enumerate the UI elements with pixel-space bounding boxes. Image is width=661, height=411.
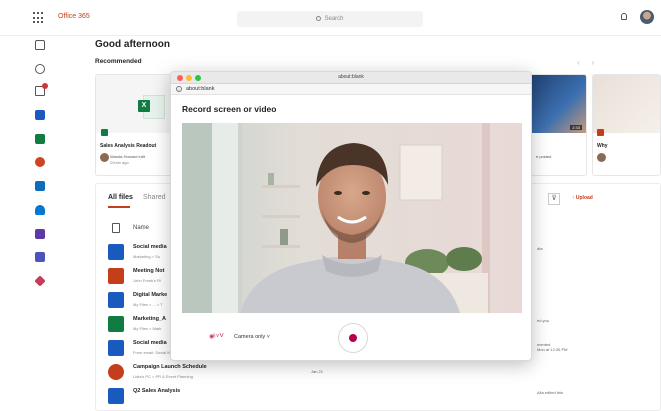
file-name: Social media — [133, 340, 167, 346]
window-titlebar[interactable]: about:blank — [171, 72, 531, 84]
table-row[interactable]: Campaign Launch Schedule Lidia's PC > PR… — [106, 362, 646, 384]
carousel-arrows[interactable]: ‹› — [577, 58, 606, 67]
tab-shared[interactable]: Shared — [143, 194, 166, 201]
card-activity: Wanda Howard edit — [110, 154, 145, 159]
brand-title[interactable]: Office 365 — [58, 13, 90, 20]
file-name: Campaign Launch Schedule — [133, 364, 207, 370]
carousel-next-icon[interactable]: › — [592, 58, 607, 67]
onenote-icon[interactable] — [35, 229, 45, 239]
notifications-bell-icon[interactable] — [621, 13, 627, 20]
upload-label: Upload — [575, 195, 593, 201]
excel-file-icon — [108, 316, 124, 332]
onedrive-icon[interactable] — [35, 205, 45, 215]
window-title: about:blank — [338, 74, 364, 80]
card-time: 20min ago — [110, 160, 129, 165]
notification-dot — [42, 83, 48, 89]
powerpoint-file-icon — [108, 364, 124, 380]
card-title: Why — [597, 143, 608, 149]
card-thumbnail: X — [96, 75, 174, 133]
file-activity: mented Mon at 12:35 PM — [537, 342, 568, 352]
record-button[interactable] — [338, 323, 368, 353]
app-launcher-icon[interactable] — [33, 12, 45, 24]
word-file-icon — [108, 388, 124, 404]
file-activity: dta — [537, 246, 543, 251]
powerpoint-file-icon — [108, 268, 124, 284]
create-icon[interactable] — [35, 64, 45, 74]
file-location: Lidia's PC > PR & Event Planning — [133, 374, 193, 379]
excel-icon — [101, 129, 108, 136]
camera-select[interactable]: Camera only ˅ — [234, 334, 270, 340]
file-location: John Frank's Fil — [133, 278, 162, 283]
search-icon — [316, 15, 322, 21]
file-name: Meeting Not — [133, 268, 165, 274]
info-icon: i — [176, 86, 182, 92]
power-automate-icon[interactable] — [34, 275, 46, 287]
file-date: Jan 21 — [311, 369, 324, 374]
word-file-icon — [108, 292, 124, 308]
recording-controls: ♀ ˅ ◉ ˅ Camera only ˅ — [171, 318, 531, 358]
word-file-icon — [108, 340, 124, 356]
word-icon[interactable] — [35, 181, 45, 191]
avatar — [597, 153, 606, 162]
excel-file-thumbnail-icon: X — [138, 95, 165, 119]
file-location: Marketing > So — [133, 254, 161, 259]
user-avatar[interactable] — [640, 10, 654, 24]
webcam-toggle-icon[interactable]: ◉ ˅ — [209, 333, 219, 340]
carousel-prev-icon[interactable]: ‹ — [577, 58, 592, 67]
recommended-card[interactable]: X Sales Analysis Readout Wanda Howard ed… — [95, 74, 175, 176]
home-icon[interactable] — [35, 40, 45, 50]
recommended-heading: Recommended — [95, 58, 142, 65]
file-name: Social media — [133, 244, 167, 250]
file-activity: ed you — [537, 318, 550, 323]
card-thumbnail — [593, 75, 660, 133]
card-activity: e posted — [536, 154, 552, 159]
top-bar: Office 365 Search — [0, 0, 661, 36]
video-duration: 2:33 — [570, 125, 582, 130]
my-content-icon[interactable] — [35, 83, 48, 96]
recommended-card[interactable]: Why — [592, 74, 661, 176]
file-location: My Files > Mark — [133, 326, 162, 331]
camera-preview-image — [182, 123, 522, 313]
tab-all-files[interactable]: All files — [108, 194, 133, 201]
column-header-name[interactable]: Name — [133, 225, 149, 231]
greeting-heading: Good afternoon — [95, 39, 170, 50]
address-bar[interactable]: i about:blank — [171, 84, 531, 95]
record-dot-icon — [349, 334, 357, 342]
left-app-rail — [0, 36, 80, 411]
teams-icon[interactable] — [35, 252, 45, 262]
record-heading: Record screen or video — [182, 104, 277, 114]
card-title: Sales Analysis Readout — [100, 143, 157, 149]
search-input[interactable]: Search — [237, 11, 423, 27]
excel-icon[interactable] — [35, 134, 45, 144]
table-row[interactable]: Q2 Sales Analysis Alla edited this — [106, 386, 646, 408]
office-home-page: Office 365 Search Good afternoon Recomme… — [0, 0, 661, 411]
outlook-icon[interactable] — [35, 110, 45, 120]
powerpoint-icon[interactable] — [35, 157, 45, 167]
search-placeholder: Search — [324, 16, 344, 22]
file-name: Q2 Sales Analysis — [133, 388, 181, 394]
word-file-icon — [108, 244, 124, 260]
active-tab-indicator — [108, 206, 130, 208]
camera-preview — [182, 123, 522, 313]
avatar — [100, 153, 109, 162]
camera-select-value: Camera only — [234, 334, 266, 340]
file-location: My Files > ... > T — [133, 302, 163, 307]
file-name: Marketing_A — [133, 316, 167, 322]
file-type-column-icon — [112, 223, 120, 233]
file-activity: Alla edited this — [537, 390, 564, 395]
upload-button[interactable]: ↑ Upload — [572, 195, 593, 201]
address-url: about:blank — [186, 86, 215, 92]
filter-icon[interactable]: ⊽ — [548, 193, 560, 205]
record-popup-window: about:blank i about:blank Record screen … — [170, 71, 532, 361]
file-name: Digital Marke — [133, 292, 168, 298]
powerpoint-icon — [597, 129, 604, 136]
